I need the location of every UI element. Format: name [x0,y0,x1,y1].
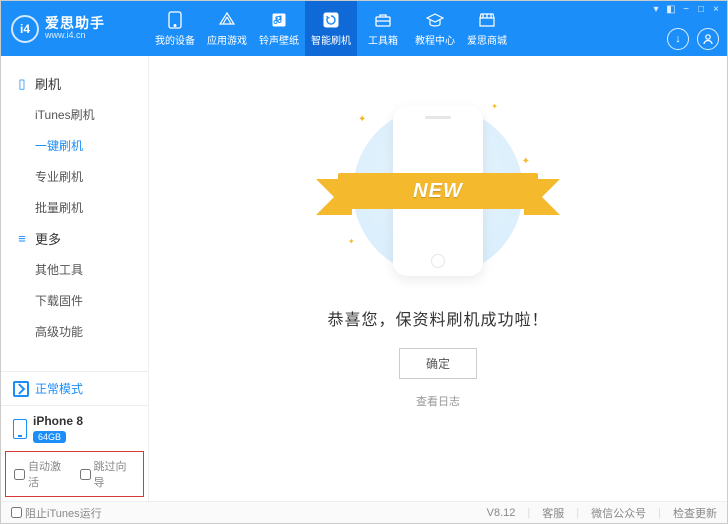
sidebar-item-advanced[interactable]: 高级功能 [1,316,148,347]
skin-icon[interactable]: ◧ [664,3,678,15]
nav-toolbox[interactable]: 工具箱 [357,1,409,56]
footer-link-update[interactable]: 检查更新 [673,505,717,521]
main-content: ✦ ✦ ✦ ✦ NEW 恭喜您，保资料刷机成功啦！ 确定 查看日志 [149,56,727,501]
more-icon: ≡ [15,231,29,246]
storage-badge: 64GB [33,431,66,443]
auto-activate-checkbox[interactable]: 自动激活 [14,458,70,490]
success-illustration: ✦ ✦ ✦ ✦ NEW [328,96,548,286]
checkbox-label: 自动激活 [28,458,70,490]
device-mode-row[interactable]: 正常模式 [1,372,148,406]
brand-text: 爱思助手 www.i4.cn [45,16,105,41]
nav-my-device[interactable]: 我的设备 [149,1,201,56]
star-icon: ✦ [358,114,366,125]
toolbox-icon [374,11,392,29]
mode-label: 正常模式 [35,380,83,397]
device-row[interactable]: iPhone 8 64GB [1,406,148,451]
nav-tutorials[interactable]: 教程中心 [409,1,461,56]
sidebar-item-other-tools[interactable]: 其他工具 [1,254,148,285]
checkbox-label: 阻止iTunes运行 [25,505,102,521]
apps-icon [218,11,236,29]
footer-right: V8.12 | 客服 | 微信公众号 | 检查更新 [487,505,717,521]
phone-outline-icon [13,419,27,439]
nav-ringtones[interactable]: 铃声壁纸 [253,1,305,56]
footer-link-support[interactable]: 客服 [542,505,564,521]
user-button[interactable] [697,28,719,50]
star-icon: ✦ [348,237,355,246]
divider: | [527,507,530,519]
version-label: V8.12 [487,507,516,519]
sidebar-item-download-firmware[interactable]: 下载固件 [1,285,148,316]
sidebar-section-flash: ▯ 刷机 [1,68,148,99]
nav-flash[interactable]: 智能刷机 [305,1,357,56]
device-name: iPhone 8 [33,414,83,428]
brand-logo-icon: i4 [11,15,39,43]
nav-label: 铃声壁纸 [259,32,299,47]
nav-label: 工具箱 [368,32,398,47]
nav-label: 应用游戏 [207,32,247,47]
sidebar-section-more: ≡ 更多 [1,223,148,254]
top-nav: 我的设备 应用游戏 铃声壁纸 智能刷机 工具箱 教程中心 [149,1,513,56]
ribbon-text: NEW [413,180,463,203]
sidebar-item-pro-flash[interactable]: 专业刷机 [1,161,148,192]
music-icon [270,11,288,29]
nav-label: 我的设备 [155,32,195,47]
brand-url: www.i4.cn [45,31,105,41]
graduation-icon [426,11,444,29]
body: ▯ 刷机 iTunes刷机 一键刷机 专业刷机 批量刷机 ≡ 更多 其他工具 下… [1,56,727,501]
mode-icon [13,381,29,397]
sidebar-item-oneclick-flash[interactable]: 一键刷机 [1,130,148,161]
sidebar-bottom: 正常模式 iPhone 8 64GB 自动激活 跳过向导 [1,371,148,501]
brand-name: 爱思助手 [45,16,105,31]
refresh-icon [322,11,340,29]
nav-apps[interactable]: 应用游戏 [201,1,253,56]
nav-label: 教程中心 [415,32,455,47]
star-icon: ✦ [522,156,530,167]
flash-options-row: 自动激活 跳过向导 [5,451,144,497]
sidebar-sections: ▯ 刷机 iTunes刷机 一键刷机 专业刷机 批量刷机 ≡ 更多 其他工具 下… [1,56,148,371]
nav-label: 智能刷机 [311,32,351,47]
section-title: 更多 [35,229,61,248]
status-bar: 阻止iTunes运行 V8.12 | 客服 | 微信公众号 | 检查更新 [1,501,727,523]
ok-button[interactable]: 确定 [399,348,477,379]
maximize-button[interactable]: □ [694,3,708,15]
checkbox-label: 跳过向导 [94,458,136,490]
phone-outline-icon: ▯ [15,76,29,92]
menu-icon[interactable]: ▾ [649,3,663,15]
section-title: 刷机 [35,74,61,93]
download-button[interactable]: ↓ [667,28,689,50]
nav-label: 爱思商城 [467,32,507,47]
block-itunes-checkbox[interactable]: 阻止iTunes运行 [11,505,102,521]
header-bar: i4 爱思助手 www.i4.cn 我的设备 应用游戏 铃声壁纸 智能刷机 [1,1,727,56]
star-icon: ✦ [491,102,498,111]
success-message: 恭喜您，保资料刷机成功啦！ [327,306,548,330]
skip-wizard-checkbox[interactable]: 跳过向导 [80,458,136,490]
close-button[interactable]: × [709,3,723,15]
minimize-button[interactable]: − [679,3,693,15]
view-log-link[interactable]: 查看日志 [416,393,460,409]
nav-store[interactable]: 爱思商城 [461,1,513,56]
window-controls: ▾ ◧ − □ × [649,3,723,15]
app-window: i4 爱思助手 www.i4.cn 我的设备 应用游戏 铃声壁纸 智能刷机 [0,0,728,524]
phone-icon [166,11,184,29]
footer-link-wechat[interactable]: 微信公众号 [591,505,646,521]
new-ribbon: NEW [338,167,538,215]
divider: | [576,507,579,519]
header-right-actions: ↓ [667,28,719,50]
sidebar: ▯ 刷机 iTunes刷机 一键刷机 专业刷机 批量刷机 ≡ 更多 其他工具 下… [1,56,149,501]
sidebar-item-itunes-flash[interactable]: iTunes刷机 [1,99,148,130]
sidebar-item-batch-flash[interactable]: 批量刷机 [1,192,148,223]
store-icon [478,11,496,29]
divider: | [658,507,661,519]
device-info: iPhone 8 64GB [33,414,83,443]
brand-block: i4 爱思助手 www.i4.cn [1,15,149,43]
